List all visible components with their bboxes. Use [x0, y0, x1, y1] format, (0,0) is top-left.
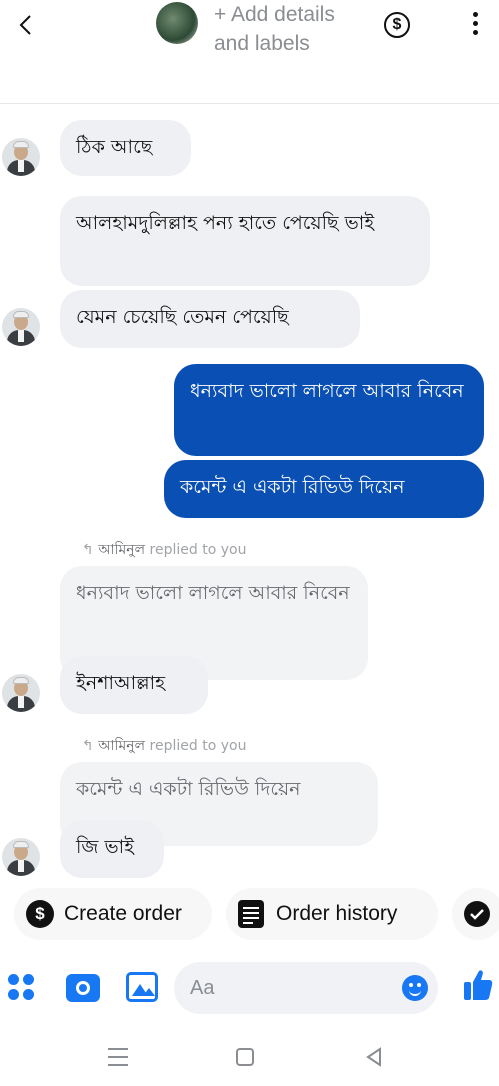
message-bubble-incoming[interactable]: জি ভাই: [60, 820, 164, 878]
add-details-link[interactable]: + Add details and labels: [214, 0, 364, 58]
sender-avatar[interactable]: [2, 138, 40, 176]
dollar-icon: $: [26, 900, 54, 928]
reply-label: replied to you: [149, 738, 247, 754]
order-history-button[interactable]: Order history: [226, 888, 438, 940]
message-bubble-outgoing[interactable]: ধন্যবাদ ভালো লাগলে আবার নিবেন: [174, 364, 484, 456]
system-navigation-bar: [0, 1030, 499, 1086]
order-history-label: Order history: [276, 902, 398, 925]
reply-label: replied to you: [149, 542, 247, 558]
message-bubble-incoming[interactable]: ইনশাআল্লাহ: [60, 656, 208, 714]
sender-avatar[interactable]: [2, 838, 40, 876]
camera-icon[interactable]: [66, 974, 100, 1002]
create-order-button[interactable]: $ Create order: [14, 888, 212, 940]
checkmark-icon: [464, 901, 490, 927]
message-bubble-incoming[interactable]: আলহামদুলিল্লাহ পন্য হাতে পেয়েছি ভাই: [60, 196, 430, 286]
emoji-icon[interactable]: [402, 975, 428, 1001]
reply-sender-name: আমিনুল: [98, 738, 146, 754]
reply-indicator: ↰ আমিনুল replied to you: [82, 734, 246, 758]
reply-arrow-icon: ↰: [82, 542, 94, 558]
document-icon: [238, 900, 264, 928]
recent-apps-icon[interactable]: [108, 1048, 128, 1066]
message-bubble-outgoing[interactable]: কমেন্ট এ একটা রিভিউ দিয়েন: [164, 460, 484, 518]
message-bubble-incoming[interactable]: ঠিক আছে: [60, 120, 191, 176]
message-bubble-incoming[interactable]: যেমন চেয়েছি তেমন পেয়েছি: [60, 290, 360, 348]
message-input-container[interactable]: [174, 962, 438, 1014]
sender-avatar[interactable]: [2, 674, 40, 712]
menu-grid-icon[interactable]: [8, 974, 36, 1002]
more-options-icon[interactable]: [466, 12, 484, 38]
payment-dollar-icon[interactable]: $: [384, 12, 410, 38]
reply-indicator: ↰ আমিনুল replied to you: [82, 538, 246, 562]
create-order-label: Create order: [64, 902, 182, 925]
message-composer: [0, 958, 499, 1018]
home-icon[interactable]: [236, 1048, 254, 1066]
chat-header: + Add details and labels $: [0, 0, 499, 104]
contact-avatar[interactable]: [156, 2, 198, 44]
sender-avatar[interactable]: [2, 308, 40, 346]
back-arrow-icon[interactable]: [14, 10, 38, 40]
nav-back-icon[interactable]: [364, 1046, 384, 1068]
confirm-button[interactable]: [452, 888, 499, 940]
message-input[interactable]: [190, 974, 390, 1002]
reply-sender-name: আমিনুল: [98, 542, 146, 558]
reply-arrow-icon: ↰: [82, 738, 94, 754]
gallery-image-icon[interactable]: [126, 972, 158, 1002]
thumbs-up-icon[interactable]: [462, 968, 494, 1002]
